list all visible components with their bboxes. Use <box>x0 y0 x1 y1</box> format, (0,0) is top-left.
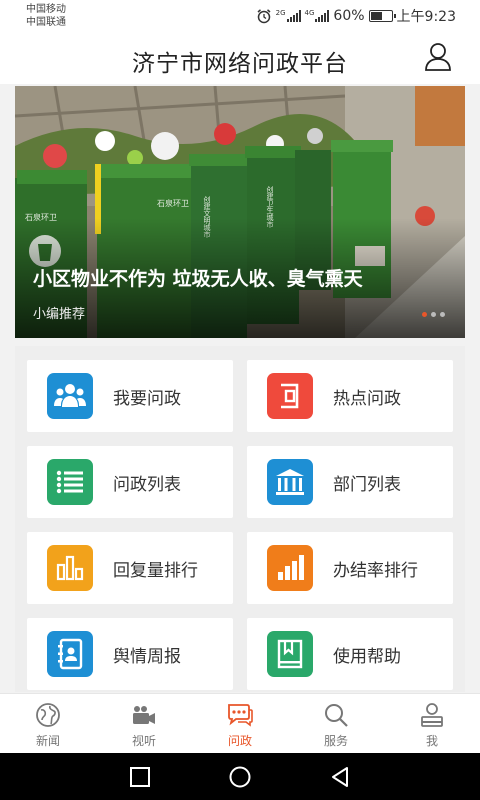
bin-label: 石泉环卫 <box>157 198 189 208</box>
carrier-2: 中国联通 <box>26 17 66 28</box>
menu-item-list[interactable]: 问政列表 <box>27 446 233 518</box>
tab-video[interactable]: 视听 <box>96 694 192 753</box>
carousel-dot[interactable] <box>431 312 436 317</box>
search-icon <box>322 702 350 728</box>
menu-item-departments[interactable]: 部门列表 <box>247 446 453 518</box>
tab-news[interactable]: 新闻 <box>0 694 96 753</box>
rising-chart-icon <box>267 545 313 591</box>
battery-level <box>370 12 382 20</box>
menu-item-reply-ranking[interactable]: 回复量排行 <box>27 532 233 604</box>
back-icon[interactable] <box>328 765 352 789</box>
chat-icon <box>226 702 254 728</box>
video-camera-icon <box>130 702 158 728</box>
menu-item-label: 使用帮助 <box>333 647 401 667</box>
list-icon <box>47 459 93 505</box>
menu-item-label: 热点问政 <box>333 389 401 409</box>
signal-2-tag: 4G <box>304 9 315 17</box>
feature-grid: 我要问政 热点问政 问政列表 部门列表 回复量排行 办结率排行 舆情周报 使用帮… <box>15 346 465 692</box>
signal-icon-1: 2G <box>276 10 301 22</box>
clock: 上午9:23 <box>396 9 456 25</box>
status-icons: 2G 4G 60% 上午9:23 <box>256 6 456 26</box>
tab-label: 服务 <box>323 734 348 748</box>
help-book-icon <box>267 631 313 677</box>
signal-icon-2: 4G <box>305 10 330 22</box>
tab-label: 新闻 <box>35 734 60 748</box>
battery-percent: 60% <box>333 8 365 24</box>
users-icon <box>47 373 93 419</box>
menu-item-ask[interactable]: 我要问政 <box>27 360 233 432</box>
status-bar: 中国移动 中国联通 2G 4G 60% 上午9:23 <box>0 0 480 32</box>
menu-item-help[interactable]: 使用帮助 <box>247 618 453 690</box>
hot-topic-icon <box>267 373 313 419</box>
carrier-1: 中国移动 <box>26 4 66 15</box>
user-icon[interactable] <box>424 42 452 72</box>
tab-me[interactable]: 我 <box>384 694 480 753</box>
carrier-info: 中国移动 中国联通 <box>26 3 66 29</box>
menu-item-label: 部门列表 <box>333 475 401 495</box>
battery-icon <box>368 10 396 22</box>
home-icon[interactable] <box>228 765 252 789</box>
contacts-book-icon <box>47 631 93 677</box>
recent-apps-icon[interactable] <box>128 765 152 789</box>
page-title: 济宁市网络问政平台 <box>132 51 348 77</box>
signal-1-tag: 2G <box>275 9 286 17</box>
tab-service[interactable]: 服务 <box>288 694 384 753</box>
menu-item-label: 舆情周报 <box>113 647 181 667</box>
system-nav-bar <box>0 753 480 800</box>
bar-chart-icon <box>47 545 93 591</box>
tab-label: 问政 <box>227 734 252 748</box>
carousel-dot[interactable] <box>440 312 445 317</box>
banner-tag: 小编推荐 <box>33 307 86 322</box>
menu-item-label: 问政列表 <box>113 475 181 495</box>
menu-item-weekly-report[interactable]: 舆情周报 <box>27 618 233 690</box>
menu-item-hot[interactable]: 热点问政 <box>247 360 453 432</box>
tab-label: 我 <box>425 734 438 748</box>
menu-item-label: 回复量排行 <box>113 561 198 581</box>
tab-label: 视听 <box>131 734 156 748</box>
globe-icon <box>34 702 62 728</box>
menu-item-completion-ranking[interactable]: 办结率排行 <box>247 532 453 604</box>
building-icon <box>267 459 313 505</box>
menu-item-label: 办结率排行 <box>333 561 418 581</box>
news-banner[interactable]: 石泉环卫 石泉环卫 创建文明城市 创建卫生城市 小区物业不作为 垃圾无人收、臭气… <box>15 86 465 338</box>
carousel-indicator <box>422 312 445 317</box>
bottom-tab-bar: 新闻 视听 问政 服务 我 <box>0 693 480 753</box>
alarm-icon <box>257 9 271 24</box>
app-header: 济宁市网络问政平台 <box>0 32 480 84</box>
person-icon <box>418 702 446 728</box>
tab-inquiry[interactable]: 问政 <box>192 694 288 753</box>
menu-item-label: 我要问政 <box>113 389 181 409</box>
carousel-dot[interactable] <box>422 312 427 317</box>
banner-headline[interactable]: 小区物业不作为 垃圾无人收、臭气熏天 <box>33 264 363 291</box>
